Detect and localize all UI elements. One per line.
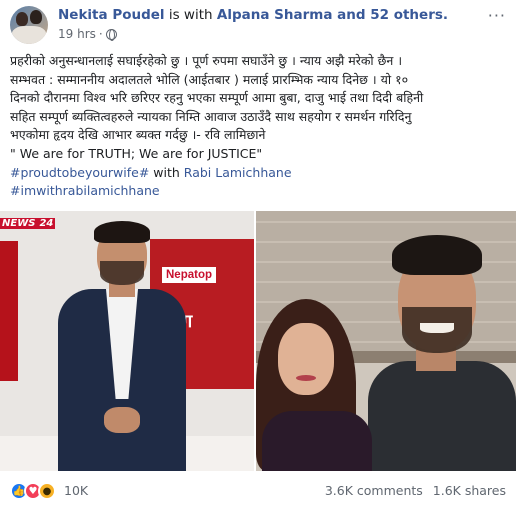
more-options-icon[interactable]: ···	[488, 6, 506, 25]
with-connector: is with	[164, 7, 217, 23]
post-media: NEWS24 Nepatop सँग	[0, 211, 516, 471]
news-channel-logo: NEWS 24	[0, 218, 56, 229]
text-line-2: सम्भवत : सम्माननीय अदालतले भोलि (आईतबार …	[10, 71, 409, 87]
screen-tag: Nepatop	[162, 267, 216, 283]
text-line-4: सहित सम्पूर्ण ब्यक्तित्वहरुले न्यायका नि…	[10, 108, 412, 124]
post-text: प्रहरीको अनुसन्धानलाई सघाईरहेको छु । पूर…	[10, 52, 508, 201]
meta-separator: ·	[98, 27, 103, 41]
hashtag-proudtobeyourwife[interactable]: #proudtobeyourwife#	[10, 165, 149, 180]
shares-count-link[interactable]: 1.6K shares	[433, 483, 506, 498]
comments-count-link[interactable]: 3.6K comments	[325, 483, 423, 498]
post-timestamp[interactable]: 19 hrs	[58, 27, 96, 41]
hashtag-line-2: #imwithrabilamichhane	[10, 182, 508, 201]
post-stats: 3.6K comments 1.6K shares	[325, 483, 506, 498]
facebook-post: Nekita Poudel is with Alpana Sharma and …	[0, 0, 516, 510]
hashtag-line: #proudtobeyourwife# with Rabi Lamichhane	[10, 164, 508, 183]
post-meta: 19 hrs ·	[58, 27, 117, 41]
reaction-icons[interactable]: 👍 ♥ ●	[10, 482, 56, 500]
photo-couple[interactable]	[256, 211, 516, 471]
mention-rabi-lamichhane[interactable]: Rabi Lamichhane	[184, 165, 292, 180]
with-word: with	[149, 164, 184, 180]
author-name-link[interactable]: Nekita Poudel	[58, 7, 165, 23]
post-header: Nekita Poudel is with Alpana Sharma and …	[10, 6, 506, 46]
hashtag-imwithrabilamichhane[interactable]: #imwithrabilamichhane	[10, 183, 160, 198]
wow-reaction-icon: ●	[38, 482, 56, 500]
tagged-people-link[interactable]: Alpana Sharma and 52 others.	[217, 7, 448, 23]
text-line-5: भएकोमा हृदय देखि आभार ब्यक्त गर्दछु ।- र…	[10, 127, 266, 143]
text-line-3: दिनको दौरानमा विश्व भरि छरिएर रहनु भएका …	[10, 90, 424, 106]
author-avatar[interactable]	[10, 6, 48, 44]
globe-icon[interactable]	[105, 28, 117, 41]
reaction-count[interactable]: 10K	[64, 483, 88, 498]
post-headline: Nekita Poudel is with Alpana Sharma and …	[58, 7, 448, 24]
text-line-1: प्रहरीको अनुसन्धानलाई सघाईरहेको छु । पूर…	[10, 53, 403, 68]
quote-line: " We are for TRUTH; We are for JUSTICE"	[10, 145, 263, 161]
post-footer: 👍 ♥ ● 10K 3.6K comments 1.6K shares	[10, 479, 506, 503]
photo-news-studio[interactable]: NEWS24 Nepatop सँग	[0, 211, 254, 471]
